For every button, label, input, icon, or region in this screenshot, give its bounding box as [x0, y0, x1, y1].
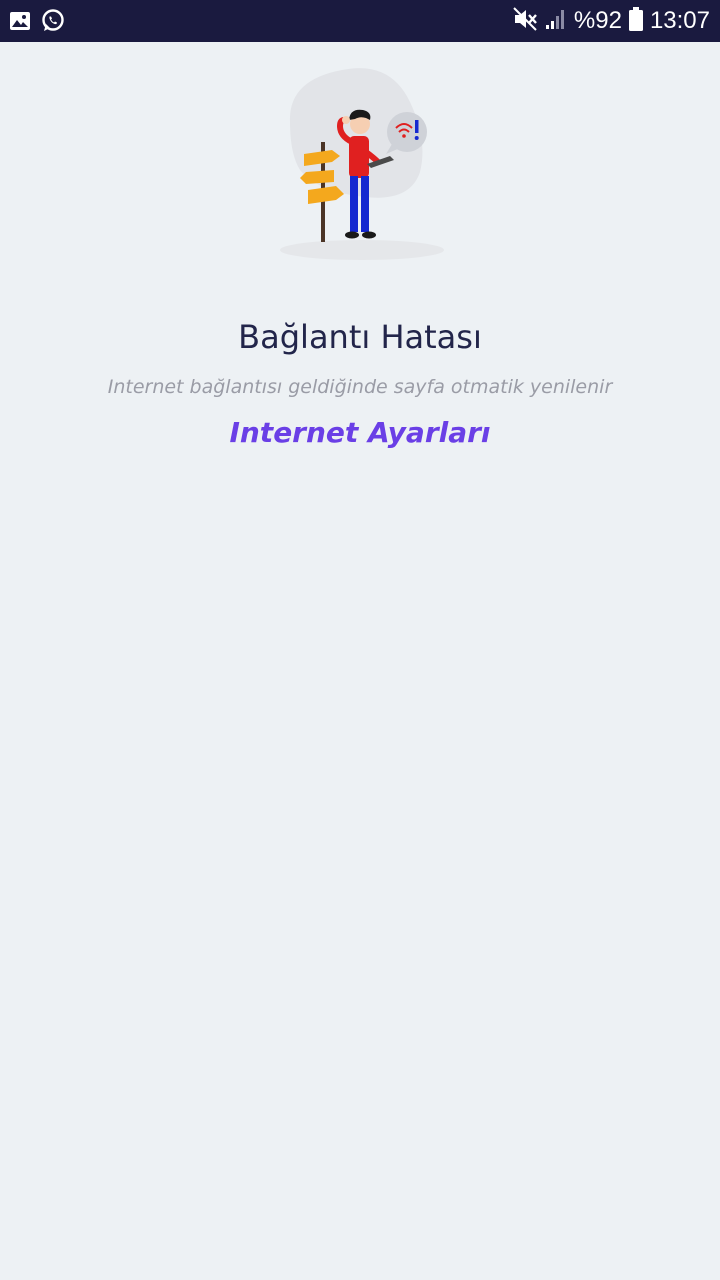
mute-icon: [512, 6, 538, 37]
status-left-icons: [8, 8, 66, 39]
status-right-indicators: %92 13:07: [512, 6, 710, 36]
connection-error-screen: Bağlantı Hatası Internet bağlantısı geld…: [0, 42, 720, 1280]
error-title: Bağlantı Hatası: [238, 318, 482, 356]
battery-percent: %92: [573, 7, 622, 34]
signal-icon: [544, 7, 568, 36]
whatsapp-icon: [40, 8, 66, 39]
internet-settings-link[interactable]: Internet Ayarları: [0, 416, 720, 449]
error-subtitle: Internet bağlantısı geldiğinde sayfa otm…: [107, 376, 613, 398]
battery-icon: [628, 6, 644, 37]
status-bar: %92 13:07: [0, 0, 720, 42]
clock: 13:07: [649, 7, 710, 34]
gallery-icon: [8, 9, 32, 38]
connection-error-illustration: [270, 62, 450, 262]
